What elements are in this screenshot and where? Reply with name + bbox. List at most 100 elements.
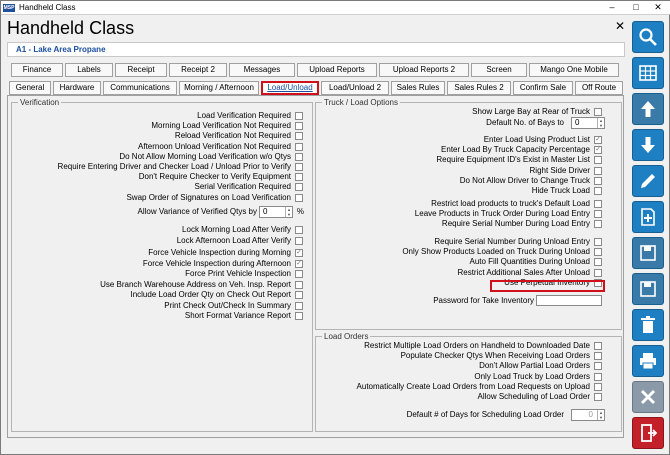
- verification-option-checkbox[interactable]: [295, 152, 303, 161]
- page-title: Handheld Class: [7, 18, 135, 38]
- tab-communications[interactable]: Communications: [103, 81, 177, 95]
- inspection-option-checkbox[interactable]: [295, 312, 303, 320]
- minimize-button[interactable]: –: [601, 1, 623, 15]
- tab-upload-reports-2[interactable]: Upload Reports 2: [379, 63, 469, 77]
- tab-confirm-sale[interactable]: Confirm Sale: [513, 81, 573, 95]
- load-order-option-row: Restrict Multiple Load Orders on Handhel…: [316, 341, 606, 351]
- inspection-option-checkbox[interactable]: ✓: [295, 259, 303, 268]
- verification-option-checkbox[interactable]: [295, 122, 303, 131]
- tab-load-unload[interactable]: Load/Unload: [261, 81, 319, 95]
- spinner-arrows-icon[interactable]: ▲ ▼: [597, 118, 604, 128]
- grid-view-button[interactable]: [632, 57, 664, 89]
- spinner-arrows-icon[interactable]: ▲ ▼: [285, 207, 292, 217]
- schedule-days-spinner[interactable]: 0 ▲ ▼: [571, 409, 605, 421]
- tab-receipt-2[interactable]: Receipt 2: [169, 63, 227, 77]
- perpetual-inventory-highlight: [490, 280, 605, 292]
- spinner-arrows-icon[interactable]: ▲ ▼: [597, 410, 604, 420]
- main-window: MSP Handheld Class – □ ✕ Handheld Class …: [0, 0, 670, 455]
- unload-option-checkbox[interactable]: [594, 248, 602, 257]
- tab-sales-rules-2[interactable]: Sales Rules 2: [447, 81, 511, 95]
- inspection-option-checkbox[interactable]: [295, 270, 303, 278]
- close-window-button[interactable]: ✕: [647, 1, 669, 15]
- print-button[interactable]: [632, 345, 664, 377]
- password-input[interactable]: [536, 295, 602, 306]
- load-order-option-checkbox[interactable]: [594, 362, 602, 371]
- truck-option-checkbox[interactable]: ✓: [594, 136, 602, 144]
- verification-option-row: Do Not Allow Morning Load Verification w…: [12, 152, 307, 162]
- exit-button[interactable]: [632, 417, 664, 449]
- verification-option-checkbox[interactable]: [295, 193, 303, 202]
- delete-button[interactable]: [632, 309, 664, 341]
- large-bay-checkbox[interactable]: [594, 108, 602, 116]
- search-button[interactable]: [632, 21, 664, 53]
- truck-option-checkbox[interactable]: [594, 176, 602, 185]
- tab-morning-afternoon[interactable]: Morning / Afternoon: [179, 81, 259, 95]
- unload-option-checkbox[interactable]: [594, 258, 602, 267]
- tab-upload-reports[interactable]: Upload Reports: [297, 63, 377, 77]
- tab-screen[interactable]: Screen: [471, 63, 527, 77]
- restrict-option-row: Restrict load products to truck's Defaul…: [316, 199, 606, 209]
- truck-option-row: Hide Truck Load: [316, 186, 606, 196]
- lock-option-checkbox[interactable]: [295, 236, 303, 245]
- restrict-option-checkbox[interactable]: [594, 210, 602, 219]
- restrict-option-checkbox[interactable]: [594, 220, 602, 229]
- load-order-option-checkbox[interactable]: [594, 372, 602, 381]
- variance-spinner[interactable]: 0 ▲ ▼: [259, 206, 293, 218]
- edit-button[interactable]: [632, 165, 664, 197]
- load-order-option-row: Populate Checker Qtys When Receiving Loa…: [316, 351, 606, 361]
- tab-labels[interactable]: Labels: [65, 63, 113, 77]
- verification-option-checkbox[interactable]: [295, 163, 303, 171]
- load-order-option-checkbox[interactable]: [594, 393, 602, 401]
- arrow-up-icon: [641, 101, 655, 117]
- move-down-button[interactable]: [632, 129, 664, 161]
- load-order-option-label: Allow Scheduling of Load Order: [477, 392, 590, 401]
- tab-sales-rules[interactable]: Sales Rules: [391, 81, 445, 95]
- tab-off-route[interactable]: Off Route: [575, 81, 623, 95]
- verification-option-checkbox[interactable]: [295, 112, 303, 120]
- lock-option-checkbox[interactable]: [295, 226, 303, 234]
- tab-load-unload-2[interactable]: Load/Unload 2: [321, 81, 389, 95]
- load-order-option-checkbox[interactable]: [594, 342, 602, 350]
- inspection-option-checkbox[interactable]: ✓: [295, 249, 303, 257]
- tab-hardware[interactable]: Hardware: [53, 81, 101, 95]
- inspection-option-checkbox[interactable]: [295, 301, 303, 310]
- truck-option-checkbox[interactable]: [594, 166, 602, 175]
- delete-icon: [641, 316, 655, 333]
- save-copy-button[interactable]: [632, 237, 664, 269]
- inspection-option-checkbox[interactable]: [295, 280, 303, 289]
- verification-option-checkbox[interactable]: [295, 132, 303, 141]
- move-up-button[interactable]: [632, 93, 664, 125]
- default-bays-spinner[interactable]: 0 ▲ ▼: [571, 117, 605, 129]
- unload-option-checkbox[interactable]: [594, 268, 602, 277]
- cancel-button[interactable]: [632, 381, 664, 413]
- verification-option-checkbox[interactable]: [295, 173, 303, 182]
- save-button[interactable]: [632, 273, 664, 305]
- verification-option-row: Load Verification Required: [12, 111, 307, 121]
- variance-row: Allow Variance of Verified Qtys by 0 ▲ ▼ …: [12, 206, 307, 218]
- truck-option-checkbox[interactable]: [594, 156, 602, 165]
- action-sidebar: [630, 19, 666, 449]
- load-order-option-row: Automatically Create Load Orders from Lo…: [316, 382, 606, 392]
- tab-mango-one-mobile[interactable]: Mango One Mobile: [529, 63, 619, 77]
- close-form-button[interactable]: ✕: [614, 20, 626, 32]
- unload-option-checkbox[interactable]: [594, 238, 602, 246]
- lock-option-row: Lock Morning Load After Verify: [12, 225, 307, 235]
- variance-label: Allow Variance of Verified Qtys by: [137, 207, 257, 216]
- tab-finance[interactable]: Finance: [11, 63, 63, 77]
- verification-option-checkbox[interactable]: [295, 142, 303, 151]
- restrict-option-checkbox[interactable]: [594, 200, 602, 208]
- tab-messages[interactable]: Messages: [229, 63, 295, 77]
- new-button[interactable]: [632, 201, 664, 233]
- inspection-option-checkbox[interactable]: [295, 291, 303, 299]
- tab-receipt[interactable]: Receipt: [115, 63, 167, 77]
- load-order-option-checkbox[interactable]: [594, 382, 602, 391]
- truck-option-checkbox[interactable]: ✓: [594, 146, 602, 155]
- unload-option-label: Auto Fill Quantities During Unload: [469, 257, 590, 267]
- lock-option-label: Lock Morning Load After Verify: [182, 225, 291, 234]
- verification-option-checkbox[interactable]: [295, 183, 303, 192]
- tab-general[interactable]: General: [9, 81, 51, 95]
- truck-option-checkbox[interactable]: [594, 187, 602, 195]
- maximize-button[interactable]: □: [625, 1, 647, 15]
- load-order-option-checkbox[interactable]: [594, 352, 602, 361]
- inspection-option-row: Short Format Variance Report: [12, 311, 307, 321]
